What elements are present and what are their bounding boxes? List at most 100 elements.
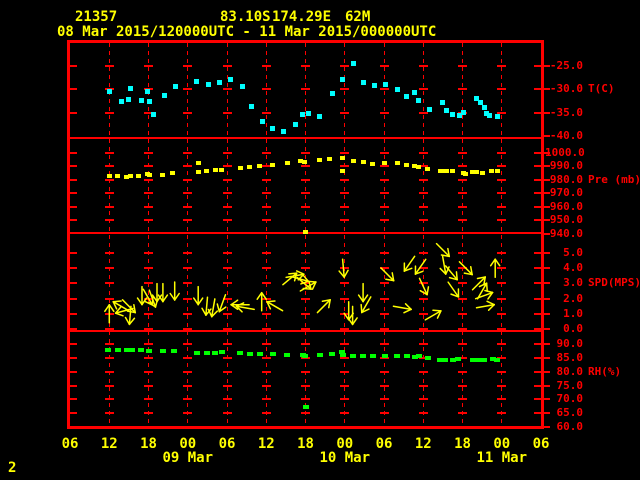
grid-cross-tick [418, 205, 428, 208]
grid-cross-tick [418, 282, 428, 285]
grid-cross-tick [418, 343, 428, 345]
right-edge-tick [534, 252, 542, 255]
grid-cross-tick [222, 356, 232, 359]
x-axis-hour-label: 12 [100, 436, 118, 452]
pressure-point [317, 157, 323, 162]
temperature-point [144, 88, 150, 94]
grid-cross-tick [222, 412, 232, 415]
grid-cross-tick [379, 151, 389, 154]
y-axis-tick-label: 75.0 [556, 378, 584, 392]
grid-cross-tick [261, 219, 271, 222]
pressure-point [127, 173, 133, 178]
grid-cross-tick [222, 282, 232, 285]
temperature-point [415, 97, 421, 103]
grid-cross-tick [261, 151, 271, 154]
right-edge-tick [534, 88, 542, 91]
grid-cross-tick [261, 282, 271, 285]
time-gridline [226, 43, 228, 426]
temperature-point [461, 109, 467, 115]
grid-cross-tick [183, 219, 193, 222]
y-axis-tick-label: 990.0 [549, 159, 583, 173]
grid-cross-tick [144, 267, 153, 270]
relative_humidity-point [424, 356, 431, 361]
temperature-point [125, 96, 131, 102]
x-axis-hour-label: 06 [375, 436, 393, 452]
relative_humidity-point [494, 358, 501, 363]
grid-cross-tick [144, 297, 153, 300]
relative_humidity-point [104, 348, 111, 353]
grid-cross-tick [340, 343, 350, 345]
grid-cross-tick [222, 192, 232, 195]
y-axis-unit-label: T(C) [588, 82, 615, 96]
grid-cross-tick [222, 205, 232, 208]
pressure-point [327, 156, 333, 161]
time-gridline [305, 43, 306, 426]
grid-cross-tick [144, 412, 153, 415]
grid-cross-tick [261, 412, 271, 415]
grid-cross-tick [261, 356, 271, 359]
temperature-point [161, 93, 167, 99]
grid-cross-tick [301, 165, 310, 168]
observation-period: 08 Mar 2015/120000UTC - 11 Mar 2015/0000… [57, 24, 437, 40]
left-edge-tick [69, 384, 77, 387]
pressure-point [115, 173, 121, 178]
grid-cross-tick [261, 343, 271, 345]
x-axis-hour-label: 12 [414, 436, 432, 452]
grid-cross-tick [183, 64, 193, 67]
grid-cross-tick [379, 165, 389, 168]
grid-cross-tick [261, 111, 271, 114]
grid-cross-tick [183, 205, 193, 208]
grid-cross-tick [183, 267, 193, 270]
left-edge-tick [69, 328, 77, 331]
grid-cross-tick [418, 398, 428, 401]
relative_humidity-point [394, 354, 401, 359]
grid-cross-tick [104, 343, 114, 345]
grid-cross-tick [340, 328, 350, 331]
right-edge-tick [534, 282, 542, 285]
right-edge-tick [534, 178, 542, 181]
grid-cross-tick [379, 111, 389, 114]
y-axis-tick-label: 65.0 [556, 406, 584, 420]
y-axis-tick-label: -25.0 [549, 58, 583, 72]
grid-cross-tick [340, 88, 350, 91]
left-edge-tick [69, 343, 77, 345]
pressure-point [257, 163, 263, 168]
temperature-point [361, 80, 367, 86]
relative_humidity-point [441, 358, 448, 363]
grid-cross-tick [104, 252, 114, 255]
left-edge-tick [69, 205, 77, 208]
temperature-point [128, 86, 134, 92]
station-latitude: 83.10S [220, 9, 271, 25]
temperature-point [350, 60, 356, 66]
relative_humidity-point [382, 354, 389, 359]
temperature-point [383, 81, 389, 87]
grid-cross-tick [104, 111, 114, 114]
relative_humidity-point [114, 348, 121, 353]
y-axis-tick-label: 85.0 [556, 350, 584, 364]
grid-cross-tick [144, 205, 153, 208]
grid-cross-tick [301, 88, 310, 91]
temperature-point [411, 89, 417, 95]
y-axis-tick-label: 70.0 [556, 392, 584, 406]
right-edge-tick [534, 398, 542, 401]
temperature-point [329, 90, 335, 96]
grid-cross-tick [379, 205, 389, 208]
y-axis-unit-label: Pre (mb) [588, 172, 640, 186]
grid-cross-tick [144, 151, 153, 154]
pressure-point [474, 170, 480, 174]
pressure-point [382, 160, 388, 165]
grid-cross-tick [222, 328, 232, 331]
grid-cross-tick [183, 343, 193, 345]
grid-cross-tick [418, 219, 428, 222]
pressure-point [195, 170, 201, 174]
grid-cross-tick [497, 88, 507, 91]
grid-cross-tick [458, 219, 467, 222]
grid-cross-tick [458, 370, 467, 373]
grid-cross-tick [497, 151, 507, 154]
grid-cross-tick [183, 398, 193, 401]
right-edge-tick [534, 219, 542, 222]
grid-cross-tick [458, 384, 467, 387]
grid-cross-tick [104, 165, 114, 168]
pressure-point [247, 165, 253, 169]
right-edge-tick [534, 151, 542, 154]
